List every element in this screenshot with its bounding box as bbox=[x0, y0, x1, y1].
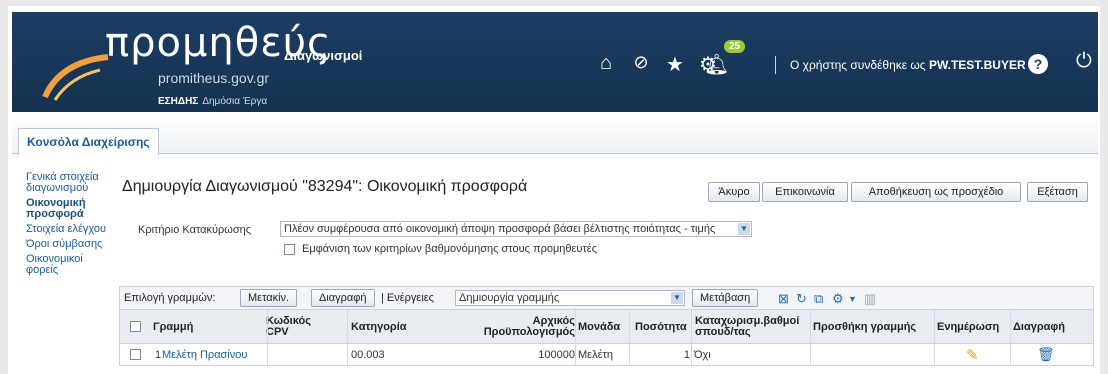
col-qty[interactable]: Ποσότητα bbox=[635, 322, 687, 333]
col-add-line[interactable]: Προσθήκη γραμμής bbox=[813, 322, 916, 333]
sidebar-item-financial-offer[interactable]: Οικονομική προσφορά bbox=[26, 198, 108, 220]
col-divider bbox=[267, 310, 268, 366]
home-icon[interactable]: ⌂ bbox=[594, 52, 618, 75]
sidebar-item-terms[interactable]: Όροι σύμβασης bbox=[26, 239, 108, 250]
power-icon[interactable]: ⏻ bbox=[1076, 50, 1092, 73]
row-scored: Όχι bbox=[694, 349, 711, 361]
criterion-select[interactable]: Πλέον συμφέρουσα από οικονομική άποψη πρ… bbox=[280, 221, 752, 237]
col-line[interactable]: Γραμμή bbox=[153, 322, 193, 333]
move-button[interactable]: Μετακίν. bbox=[240, 289, 298, 307]
col-category[interactable]: Κατηγορία bbox=[351, 322, 407, 333]
col-cpv[interactable]: Κωδικός CPV bbox=[266, 316, 326, 338]
col-divider bbox=[691, 310, 692, 366]
user-status: Ο χρήστης συνδέθηκε ως PW.TEST.BUYER bbox=[790, 58, 1026, 72]
col-divider bbox=[575, 310, 576, 366]
sidebar-item-general[interactable]: Γενικά στοιχεία διαγωνισμού bbox=[26, 172, 108, 194]
select-rows-label: Επιλογή γραμμών: bbox=[124, 292, 216, 304]
cancel-button[interactable]: Άκυρο bbox=[708, 182, 760, 202]
sidebar-item-control[interactable]: Στοιχεία ελέγχου bbox=[26, 224, 108, 235]
col-divider bbox=[810, 310, 811, 366]
col-divider bbox=[629, 310, 630, 366]
tab-admin-console[interactable]: Κονσόλα Διαχείρισης bbox=[18, 128, 159, 155]
col-divider bbox=[347, 310, 348, 366]
criterion-label: Κριτήριο Κατακύρωσης bbox=[138, 224, 252, 236]
chevron-down-icon[interactable]: ▼ bbox=[848, 294, 857, 304]
select-all-checkbox[interactable] bbox=[130, 321, 141, 332]
sidebar-item-operators[interactable]: Οικονομικοί φορείς bbox=[26, 254, 108, 276]
no-entry-icon[interactable]: ⊘ bbox=[629, 52, 653, 73]
columns-icon[interactable]: ▥ bbox=[864, 291, 876, 307]
col-unit[interactable]: Μονάδα bbox=[578, 322, 620, 333]
col-divider bbox=[1010, 310, 1011, 366]
row-unit: Μελέτη bbox=[578, 349, 613, 361]
table-toolbar: Επιλογή γραμμών: Μετακίν. Διαγραφή | Ενέ… bbox=[119, 286, 1094, 310]
trash-icon[interactable]: 🗑 bbox=[1037, 346, 1055, 363]
chevron-down-icon[interactable]: ▼ bbox=[671, 292, 683, 304]
refresh-icon[interactable]: ↻ bbox=[796, 291, 807, 307]
page-title: Δημιουργία Διαγωνισμού "83294": Οικονομι… bbox=[122, 178, 528, 195]
notification-badge[interactable]: 25 bbox=[724, 40, 746, 53]
col-budget[interactable]: Αρχικός Προϋπολογισμός bbox=[468, 316, 575, 338]
app-header: προμηθεύς Διαγωνισμοί promitheus.gov.gr … bbox=[12, 12, 1098, 112]
col-divider bbox=[934, 310, 935, 366]
row-checkbox[interactable] bbox=[130, 349, 141, 360]
table-row: 1 Μελέτη Πρασίνου 00.003 100000 Μελέτη 1… bbox=[119, 344, 1094, 366]
col-scored[interactable]: Καταχωρισμ.βαθμοί σπουδ/τας bbox=[695, 316, 815, 338]
show-criteria-checkbox[interactable] bbox=[284, 244, 295, 255]
row-qty: 1 bbox=[683, 349, 690, 361]
edit-pencil-icon[interactable]: ✎ bbox=[966, 346, 979, 364]
actions-select[interactable]: Δημιουργία γραμμής ▼ bbox=[455, 290, 685, 306]
bell-icon[interactable]: 🔔︎ bbox=[704, 52, 729, 77]
table-header: Γραμμή Κωδικός CPV Κατηγορία Αρχικός Προ… bbox=[119, 310, 1094, 344]
delete-rows-button[interactable]: Διαγραφή bbox=[311, 289, 375, 307]
logo-domain: promitheus.gov.gr bbox=[158, 70, 270, 86]
row-line-number: 1 bbox=[155, 349, 162, 361]
row-category: 00.003 bbox=[351, 349, 385, 361]
app-name: Διαγωνισμοί bbox=[284, 48, 363, 63]
save-draft-button[interactable]: Αποθήκευση ως προσχέδιο bbox=[851, 182, 1021, 202]
actions-label: | Ενέργειες bbox=[381, 292, 434, 304]
settings-icon[interactable]: ⚙ bbox=[832, 291, 844, 307]
communication-button[interactable]: Επικοινωνία bbox=[762, 182, 848, 202]
help-icon[interactable]: ? bbox=[1028, 54, 1048, 74]
col-update[interactable]: Ενημέρωση bbox=[937, 322, 999, 333]
freeze-icon[interactable]: ⧉ bbox=[814, 291, 823, 307]
detach-icon[interactable]: ⊠ bbox=[778, 291, 789, 307]
logo-org: ΕΣΗΔΗΣ Δημόσια Έργα bbox=[158, 96, 268, 107]
sidebar: Γενικά στοιχεία διαγωνισμού Οικονομική π… bbox=[26, 172, 108, 280]
tab-bar: Κονσόλα Διαχείρισης bbox=[12, 120, 1098, 155]
logo-arc-icon bbox=[42, 54, 109, 101]
show-criteria-label: Εμφάνιση των κριτηρίων βαθμονόμησης στου… bbox=[302, 243, 597, 255]
header-separator bbox=[775, 56, 776, 74]
go-button[interactable]: Μετάβαση bbox=[692, 289, 759, 307]
col-delete[interactable]: Διαγραφή bbox=[1013, 322, 1065, 333]
chevron-down-icon[interactable]: ▼ bbox=[738, 223, 750, 235]
star-icon[interactable]: ★ bbox=[663, 52, 687, 77]
review-button[interactable]: Εξέταση bbox=[1027, 182, 1088, 202]
row-line-link[interactable]: Μελέτη Πρασίνου bbox=[162, 349, 247, 361]
row-budget: 100000 bbox=[538, 349, 575, 361]
